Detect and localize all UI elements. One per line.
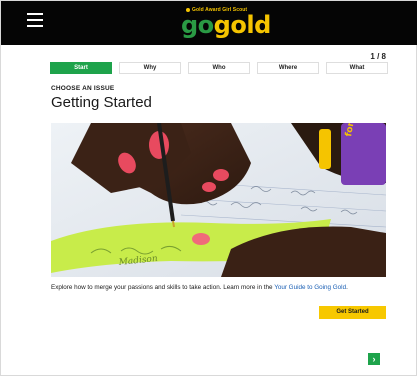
chevron-right-icon: › [372, 354, 376, 364]
guide-link[interactable]: Your Guide to Going Gold [274, 284, 346, 291]
description-text: Explore how to merge your passions and s… [51, 284, 348, 291]
tab-why[interactable]: Why [119, 62, 181, 74]
tab-what[interactable]: What [326, 62, 388, 74]
hero-image: for Madison [51, 123, 386, 277]
next-button[interactable]: › [368, 353, 380, 365]
section-kicker: CHOOSE AN ISSUE [51, 85, 115, 92]
gogold-logo[interactable]: Gold Award Girl Scout gogold [181, 7, 281, 39]
step-tabs: Start Why Who Where What [50, 62, 395, 74]
page-frame: Gold Award Girl Scout gogold 1 / 8 Start… [0, 0, 417, 376]
page-counter: 1 / 8 [370, 52, 386, 61]
menu-icon[interactable] [27, 13, 43, 27]
page-title: Getting Started [51, 94, 152, 111]
get-started-button[interactable]: Get Started [319, 306, 386, 319]
logo-wordmark: gogold [181, 11, 271, 39]
top-bar: Gold Award Girl Scout gogold [1, 1, 417, 45]
tab-start[interactable]: Start [50, 62, 112, 74]
tab-where[interactable]: Where [257, 62, 319, 74]
tab-who[interactable]: Who [188, 62, 250, 74]
